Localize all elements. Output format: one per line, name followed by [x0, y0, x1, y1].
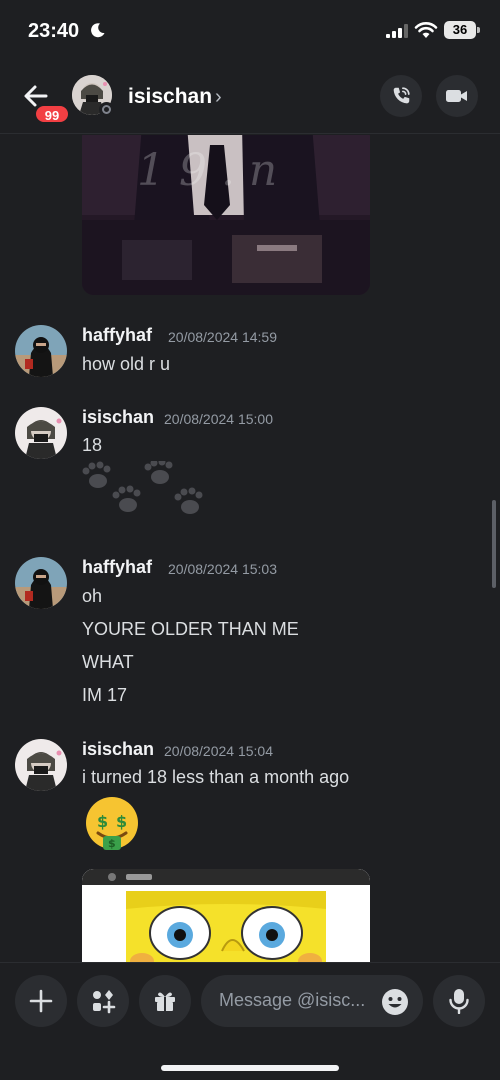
- message-text: 18: [82, 435, 103, 455]
- status-time: 23:40: [28, 20, 80, 42]
- svg-text:$: $: [97, 812, 108, 831]
- chevron-right-icon[interactable]: ›: [215, 86, 222, 109]
- message-text: IM 17: [82, 685, 128, 705]
- message-text: YOURE OLDER THAN ME: [82, 619, 299, 639]
- message-author[interactable]: haffyhaf: [82, 325, 152, 346]
- svg-text:$: $: [116, 812, 127, 831]
- message-text: i turned 18 less than a month ago: [82, 767, 350, 787]
- battery-indicator: 36: [444, 21, 480, 39]
- dm-header: 99 isischan ›: [0, 62, 500, 134]
- apps-button[interactable]: [77, 975, 129, 1027]
- status-bar: 23:40 36: [0, 0, 500, 62]
- channel-name[interactable]: isischan: [128, 85, 212, 109]
- message-text: WHAT: [82, 652, 134, 672]
- message-text: oh: [82, 586, 103, 606]
- image-attachment[interactable]: [82, 869, 370, 962]
- message-input[interactable]: Message @isisc...: [201, 975, 423, 1027]
- svg-text:$: $: [108, 837, 116, 850]
- voice-call-button[interactable]: [380, 75, 422, 117]
- gift-button[interactable]: [139, 975, 191, 1027]
- scrollbar[interactable]: [492, 500, 496, 588]
- wifi-icon: [414, 22, 438, 38]
- unread-badge: 99: [34, 104, 70, 124]
- money-mouth-emoji-icon: $ $ $: [86, 797, 138, 850]
- svg-text:1 9 . n: 1 9 . n: [137, 145, 277, 196]
- paw-prints-sticker[interactable]: [80, 461, 210, 525]
- message-timestamp: 20/08/2024 15:03: [168, 561, 277, 577]
- message-timestamp: 20/08/2024 15:00: [164, 411, 273, 427]
- cellular-signal-icon: [386, 24, 408, 38]
- home-indicator: [161, 1065, 339, 1071]
- avatar[interactable]: [15, 407, 67, 459]
- moon-icon: [91, 23, 105, 38]
- avatar[interactable]: [15, 739, 67, 791]
- apps-icon: [93, 990, 116, 1014]
- message-list[interactable]: 1 9 . n haffyhaf 20/08/2024 14:59 how ol…: [0, 135, 500, 962]
- voice-message-button[interactable]: [433, 975, 485, 1027]
- video-attachment[interactable]: 1 9 . n: [82, 135, 370, 295]
- add-attachment-button[interactable]: [15, 975, 67, 1027]
- message-author[interactable]: haffyhaf: [82, 557, 152, 578]
- offline-status-icon: [99, 102, 114, 117]
- microphone-icon: [449, 989, 469, 1014]
- video-call-button[interactable]: [436, 75, 478, 117]
- message-input-placeholder: Message @isisc...: [219, 990, 366, 1010]
- avatar[interactable]: [15, 325, 67, 377]
- phone-icon: [393, 87, 410, 104]
- message-author[interactable]: isischan: [82, 407, 154, 428]
- gift-icon: [155, 992, 175, 1011]
- plus-icon: [29, 989, 53, 1013]
- avatar[interactable]: [15, 557, 67, 609]
- message-timestamp: 20/08/2024 14:59: [168, 329, 277, 345]
- message-timestamp: 20/08/2024 15:04: [164, 743, 273, 759]
- message-composer: Message @isisc...: [0, 962, 500, 1080]
- message-author[interactable]: isischan: [82, 739, 154, 760]
- message-text: how old r u: [82, 354, 171, 374]
- video-camera-icon: [446, 90, 467, 102]
- emoji-picker-icon[interactable]: [381, 988, 409, 1016]
